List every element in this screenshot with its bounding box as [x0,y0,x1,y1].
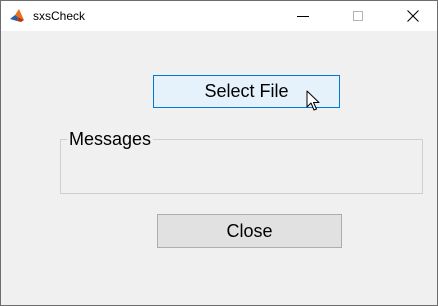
maximize-icon [352,11,363,21]
app-window: sxsCheck Select File Messages Close [0,0,438,306]
matlab-icon [9,8,25,24]
close-button[interactable]: Close [157,214,342,248]
minimize-icon [296,15,309,17]
title-bar[interactable]: sxsCheck [1,1,437,31]
mouse-cursor-icon [306,90,320,111]
maximize-button[interactable] [335,1,380,31]
minimize-button[interactable] [280,1,325,31]
close-icon [406,10,419,22]
messages-label: Messages [67,128,154,150]
close-window-button[interactable] [390,1,435,31]
window-title: sxsCheck [33,9,86,23]
